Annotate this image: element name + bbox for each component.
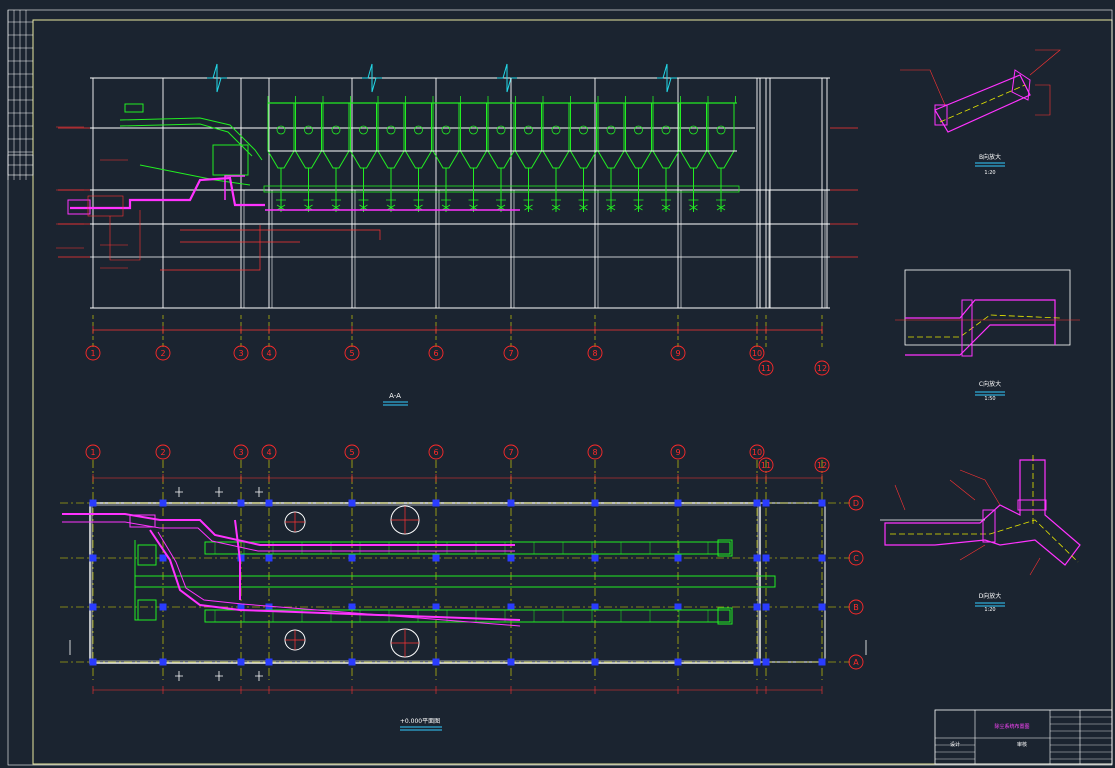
axis-bubble-section-1-label: 1 — [90, 349, 95, 358]
axis-bubble-section-2-label: 2 — [160, 349, 165, 358]
detail-title-c: C向放大 — [979, 380, 1001, 388]
plan-column — [762, 658, 770, 666]
title-block-label-reviewer: 审核 — [1017, 741, 1027, 748]
axis-bubble-section-8-label: 8 — [592, 349, 597, 358]
plan-column — [348, 603, 356, 611]
axis-bubble-section-11-label: 11 — [761, 364, 771, 373]
plan-column — [591, 658, 599, 666]
plan-column — [753, 554, 761, 562]
plan-column — [159, 658, 167, 666]
section-title: A-A — [389, 392, 401, 400]
axis-bubble-plan-4-label: 4 — [266, 448, 271, 457]
plan-title: +0.000平面图 — [400, 718, 440, 725]
plan-column — [265, 658, 273, 666]
axis-bubble-plan-3-label: 3 — [238, 448, 243, 457]
title-block-name: 除尘系统布置图 — [994, 723, 1029, 730]
axis-bubble-plan-9-label: 9 — [675, 448, 680, 457]
axis-bubble-section-3-label: 3 — [238, 349, 243, 358]
detail-scale-c: 1:50 — [984, 396, 995, 402]
plan-column — [674, 658, 682, 666]
axis-bubble-section-10-label: 10 — [752, 349, 762, 358]
axis-bubble-row-D-label: D — [853, 499, 859, 508]
plan-column — [432, 603, 440, 611]
plan-column — [432, 554, 440, 562]
detail-scale-b: 1:20 — [984, 170, 995, 176]
plan-column — [674, 499, 682, 507]
plan-column — [591, 499, 599, 507]
plan-column — [159, 554, 167, 562]
plan-column — [159, 499, 167, 507]
plan-column — [674, 554, 682, 562]
plan-column — [348, 554, 356, 562]
plan-column — [265, 603, 273, 611]
plan-column — [348, 499, 356, 507]
axis-bubble-plan-2-label: 2 — [160, 448, 165, 457]
plan-column — [89, 658, 97, 666]
plan-column — [762, 499, 770, 507]
plan-column — [265, 554, 273, 562]
axis-bubble-row-A-label: A — [853, 658, 859, 667]
plan-column — [89, 499, 97, 507]
axis-bubble-section-4-label: 4 — [266, 349, 271, 358]
cad-drawing-canvas[interactable]: A-A +0.000平面图 B向放大 1:20 C向放大 1:50 D向放大 1… — [0, 0, 1115, 768]
plan-column — [89, 554, 97, 562]
axis-bubble-section-5-label: 5 — [349, 349, 354, 358]
axis-bubble-plan-6-label: 6 — [433, 448, 438, 457]
detail-title-b: B向放大 — [979, 153, 1001, 161]
plan-column — [818, 658, 826, 666]
detail-scale-d: 1:20 — [984, 607, 995, 613]
plan-column — [591, 603, 599, 611]
plan-column — [674, 603, 682, 611]
plan-column — [507, 554, 515, 562]
axis-bubble-plan-12-label: 12 — [817, 461, 827, 470]
axis-bubble-plan-10-label: 10 — [752, 448, 762, 457]
axis-bubble-section-9-label: 9 — [675, 349, 680, 358]
plan-column — [818, 603, 826, 611]
plan-column — [237, 658, 245, 666]
axis-bubble-plan-7-label: 7 — [508, 448, 513, 457]
title-block-label-designer: 设计 — [950, 741, 960, 748]
plan-column — [753, 603, 761, 611]
axis-bubble-plan-5-label: 5 — [349, 448, 354, 457]
plan-column — [432, 658, 440, 666]
plan-column — [89, 603, 97, 611]
axis-bubble-section-12-label: 12 — [817, 364, 827, 373]
axis-bubble-plan-11-label: 11 — [761, 461, 771, 470]
plan-column — [591, 554, 599, 562]
plan-column — [762, 603, 770, 611]
plan-column — [753, 499, 761, 507]
plan-column — [432, 499, 440, 507]
axis-bubble-section-6-label: 6 — [433, 349, 438, 358]
plan-column — [818, 554, 826, 562]
plan-column — [507, 499, 515, 507]
axis-bubble-plan-1-label: 1 — [90, 448, 95, 457]
plan-column — [753, 658, 761, 666]
plan-column — [237, 499, 245, 507]
plan-column — [762, 554, 770, 562]
plan-column — [507, 603, 515, 611]
detail-title-d: D向放大 — [979, 592, 1002, 600]
axis-bubble-row-B-label: B — [853, 603, 859, 612]
axis-bubble-section-7-label: 7 — [508, 349, 513, 358]
plan-column — [348, 658, 356, 666]
axis-bubble-row-C-label: C — [853, 554, 859, 563]
plan-column — [265, 499, 273, 507]
plan-column — [818, 499, 826, 507]
axis-bubble-plan-8-label: 8 — [592, 448, 597, 457]
plan-column — [507, 658, 515, 666]
plan-column — [159, 603, 167, 611]
